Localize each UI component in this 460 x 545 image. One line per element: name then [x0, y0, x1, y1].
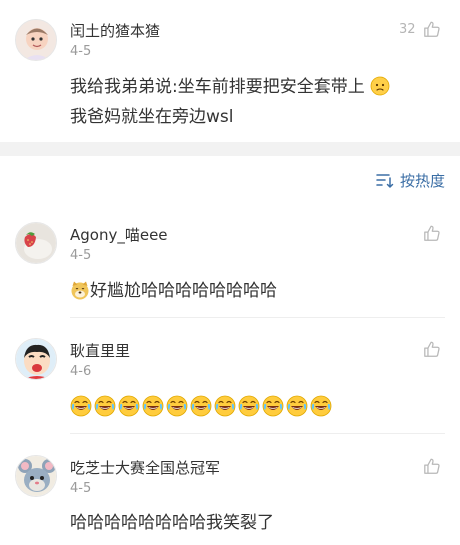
- laughing-tears-emoji-icon: [262, 395, 284, 417]
- sad-face-emoji-icon: [370, 76, 390, 96]
- laughing-tears-emoji-icon: [310, 395, 332, 417]
- post-date: 4-5: [70, 44, 92, 59]
- post-author-name[interactable]: 闰土的猹本猹: [70, 20, 160, 41]
- sort-label: 按热度: [399, 172, 445, 190]
- thumbs-up-icon[interactable]: [423, 340, 441, 358]
- comment-separator: [70, 317, 445, 318]
- laugh-emoji-row: [70, 395, 332, 417]
- laughing-tears-emoji-icon: [118, 395, 140, 417]
- thumbs-up-icon[interactable]: [423, 224, 441, 242]
- comment-text-content: 好尴尬哈哈哈哈哈哈哈哈: [90, 281, 277, 301]
- post-text-line-2: 我爸妈就坐在旁边wsl: [70, 107, 234, 127]
- laughing-tears-emoji-icon: [238, 395, 260, 417]
- commenter-name[interactable]: 耿直里里: [70, 340, 130, 361]
- laughing-tears-emoji-icon: [70, 395, 92, 417]
- laughing-tears-emoji-icon: [94, 395, 116, 417]
- avatar[interactable]: [15, 455, 57, 497]
- sort-bar: 按热度: [0, 156, 460, 202]
- thumbs-up-icon[interactable]: [423, 20, 441, 38]
- laughing-tears-emoji-icon: [214, 395, 236, 417]
- post-like-count: 32: [399, 22, 416, 37]
- sort-by-hot-button[interactable]: 按热度: [376, 170, 445, 191]
- avatar[interactable]: [15, 338, 57, 380]
- laughing-tears-emoji-icon: [286, 395, 308, 417]
- doge-emoji-icon: [71, 281, 89, 300]
- sort-icon: [376, 173, 394, 188]
- thumbs-up-icon[interactable]: [423, 457, 441, 475]
- baby-avatar-image: [16, 20, 56, 60]
- comment-date: 4-6: [70, 364, 92, 379]
- laughing-tears-emoji-icon: [166, 395, 188, 417]
- post-text-line-1: 我给我弟弟说:坐车前排要把安全套带上: [70, 72, 390, 102]
- comment-text: 哈哈哈哈哈哈哈哈我笑裂了: [70, 513, 274, 533]
- avatar[interactable]: [15, 222, 57, 264]
- commenter-name[interactable]: 吃芝士大赛全国总冠军: [70, 457, 220, 478]
- comment-date: 4-5: [70, 481, 92, 496]
- post-text-line-1-content: 我给我弟弟说:坐车前排要把安全套带上: [70, 77, 365, 97]
- strawberry-avatar-image: [16, 223, 56, 263]
- section-divider: [0, 142, 460, 156]
- avatar[interactable]: [15, 19, 57, 61]
- laughing-tears-emoji-icon: [142, 395, 164, 417]
- comment-date: 4-5: [70, 248, 92, 263]
- cartoon-boy-avatar-image: [16, 339, 56, 379]
- mouse-avatar-image: [16, 456, 56, 496]
- comment-separator: [70, 433, 445, 434]
- laughing-tears-emoji-icon: [190, 395, 212, 417]
- comment-text: 好尴尬哈哈哈哈哈哈哈哈: [70, 276, 277, 306]
- commenter-name[interactable]: Agony_喵eee: [70, 224, 168, 245]
- original-post: 闰土的猹本猹 4-5 32 我给我弟弟说:坐车前排要把安全套带上 我爸妈就坐在旁…: [0, 0, 460, 142]
